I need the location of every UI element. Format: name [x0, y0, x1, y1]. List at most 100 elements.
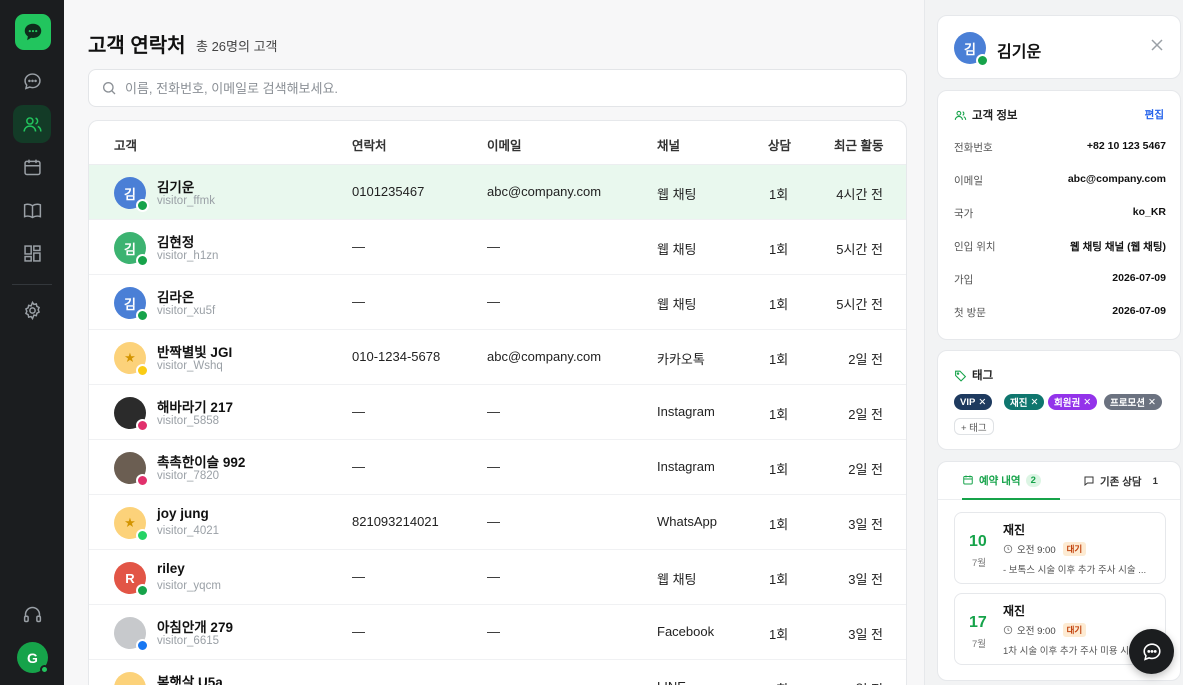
consult-count: 1회 — [769, 572, 789, 587]
recent-activity: 4시간 전 — [836, 187, 883, 202]
search-bar[interactable] — [88, 69, 907, 107]
table-row[interactable]: 봄햇살 U5a LINE 1회 3일 전 — [89, 660, 906, 685]
col-channel[interactable]: 채널 — [657, 135, 680, 154]
reservation-title: 재진 — [1003, 604, 1026, 618]
add-tag-button[interactable]: + 태그 — [954, 418, 994, 435]
channel-badge-icon — [136, 639, 149, 652]
app-logo-icon[interactable] — [15, 14, 51, 50]
customer-avatar: ★ — [114, 507, 149, 542]
table-row[interactable]: 김 김현정 visitor_h1zn — — 웹 채팅 1회 5시간 전 — [89, 220, 906, 275]
remove-tag-icon[interactable]: ✕ — [978, 397, 986, 408]
page-subtitle: 총 26명의 고객 — [196, 39, 278, 54]
tag-chip[interactable]: VIP ✕ — [954, 394, 993, 410]
customer-email: — — [487, 404, 500, 419]
avatar-initial: R — [125, 570, 135, 586]
info-label: 전화번호 — [954, 142, 993, 154]
reservation-time-row: 오전 9:00 대기 — [1003, 542, 1087, 556]
table-row[interactable]: 김 김라온 visitor_xu5f — — 웹 채팅 1회 5시간 전 — [89, 275, 906, 330]
user-avatar[interactable]: G — [17, 642, 49, 674]
chat-fab-button[interactable] — [1129, 629, 1174, 674]
profile-header-card: 김 김기운 — [937, 15, 1181, 79]
visitor-id: visitor_h1zn — [157, 250, 219, 262]
customer-channel: Instagram — [657, 404, 715, 419]
customer-avatar — [114, 397, 149, 432]
customer-channel: 카카오톡 — [657, 352, 705, 367]
tags-card: 태그 VIP ✕ 재진 ✕ 회원권 ✕ 프로모션 ✕ + 태그 — [937, 350, 1181, 450]
tag-chip[interactable]: 재진 ✕ — [1004, 394, 1045, 410]
channel-badge-icon — [136, 529, 149, 542]
consult-count: 1회 — [769, 627, 789, 642]
info-value: abc@company.com — [1067, 173, 1166, 185]
nav-divider — [12, 284, 52, 285]
status-badge: 대기 — [1062, 542, 1087, 556]
visitor-id: visitor_yqcm — [157, 580, 221, 592]
info-label: 국가 — [954, 208, 974, 220]
reservation-time: 오전 9:00 — [1017, 626, 1056, 637]
tags-title-text: 태그 — [972, 370, 994, 382]
info-label: 첫 방문 — [954, 307, 986, 319]
recent-activity: 5시간 전 — [836, 242, 883, 257]
gear-icon[interactable] — [13, 291, 51, 329]
tag-label: 회원권 — [1054, 398, 1081, 409]
remove-tag-icon[interactable]: ✕ — [1083, 397, 1091, 408]
customer-detail-panel: 김 김기운 고객 정보 편집 전화번호 +82 10 123 5467 이메일 abc… — [924, 0, 1183, 685]
tag-chip[interactable]: 프로모션 ✕ — [1104, 394, 1162, 410]
tab-reservations[interactable]: 예약 내역 2 — [962, 462, 1060, 500]
table-row[interactable]: ★ 반짝별빛 JGI visitor_Wshq 010-1234-5678 abc@co… — [89, 330, 906, 385]
tag-chip[interactable]: 회원권 ✕ — [1048, 394, 1098, 410]
customer-phone: 0101235467 — [352, 184, 425, 199]
users-icon[interactable] — [13, 105, 51, 143]
clock-icon — [1003, 544, 1013, 554]
headset-icon[interactable] — [13, 595, 51, 633]
customer-avatar: R — [114, 562, 149, 597]
chat-icon — [1084, 476, 1094, 487]
table-row[interactable]: 아침안개 279 visitor_6615 — — Facebook 1회 3일 전 — [89, 605, 906, 660]
customer-info-card: 고객 정보 편집 전화번호 +82 10 123 5467 이메일 abc@compa… — [937, 90, 1181, 340]
visitor-id: visitor_5858 — [157, 415, 220, 427]
reservation-time: 오전 9:00 — [1017, 545, 1056, 556]
customer-name: riley — [157, 561, 185, 576]
profile-name: 김기운 — [997, 44, 1042, 61]
avatar-initial: 김 — [124, 241, 136, 257]
col-customer[interactable]: 고객 — [114, 135, 137, 154]
tab-past-consults[interactable]: 기존 상담 1 — [1083, 462, 1158, 500]
col-recent[interactable]: 최근 활동 — [834, 135, 883, 154]
table-row[interactable]: 해바라기 217 visitor_5858 — — Instagram 1회 2일 전 — [89, 385, 906, 440]
reservation-day: 10 — [969, 533, 987, 550]
remove-tag-icon[interactable]: ✕ — [1148, 397, 1156, 408]
main-content: 고객 연락처 총 26명의 고객 고객 연락처 이메일 채널 상담 최근 활동 … — [64, 0, 924, 685]
customer-phone: — — [352, 459, 365, 474]
info-section-title: 고객 정보 — [954, 107, 1018, 123]
channel-badge-icon — [136, 584, 149, 597]
col-email[interactable]: 이메일 — [487, 135, 522, 154]
table-row[interactable]: 김 김기운 visitor_ffmk 0101235467 abc@company.co… — [89, 165, 906, 220]
reservation-memo: - 보톡스 시술 이후 추가 주사 시술 ... — [1003, 565, 1147, 576]
search-input[interactable] — [125, 80, 825, 96]
table-row[interactable]: ★ joy jung visitor_4021 821093214021 — WhatsA… — [89, 495, 906, 550]
avatar-initial: 김 — [124, 186, 136, 202]
book-icon[interactable] — [13, 191, 51, 229]
info-title-text: 고객 정보 — [972, 110, 1018, 122]
tag-icon — [955, 370, 967, 382]
edit-button[interactable]: 편집 — [1145, 107, 1164, 122]
visitor-id: visitor_Wshq — [157, 360, 223, 372]
reservation-day: 17 — [969, 614, 987, 631]
consult-count: 1회 — [769, 407, 789, 422]
remove-tag-icon[interactable]: ✕ — [1030, 397, 1038, 408]
col-consults[interactable]: 상담 — [768, 135, 791, 154]
col-contact[interactable]: 연락처 — [352, 135, 387, 154]
close-icon[interactable] — [1150, 38, 1164, 52]
chat-icon[interactable] — [13, 62, 51, 100]
reservation-item[interactable]: 10 7월 재진 오전 9:00 대기 - 보톡스 시술 이후 추가 주사 시술 ... — [954, 512, 1166, 584]
table-row[interactable]: 촉촉한이슬 992 visitor_7820 — — Instagram 1회 2일 전 — [89, 440, 906, 495]
customer-phone: 821093214021 — [352, 514, 439, 529]
customer-email: abc@company.com — [487, 184, 602, 199]
table-row[interactable]: Rriley visitor_yqcm — — 웹 채팅 1회 3일 전 — [89, 550, 906, 605]
profile-avatar: 김 — [954, 32, 989, 67]
info-value: +82 10 123 5467 — [1086, 140, 1166, 152]
channel-badge-icon — [136, 309, 149, 322]
visitor-id: visitor_ffmk — [157, 195, 215, 207]
reservation-month: 7월 — [972, 639, 987, 650]
dashboard-icon[interactable] — [13, 234, 51, 272]
calendar-icon[interactable] — [13, 148, 51, 186]
